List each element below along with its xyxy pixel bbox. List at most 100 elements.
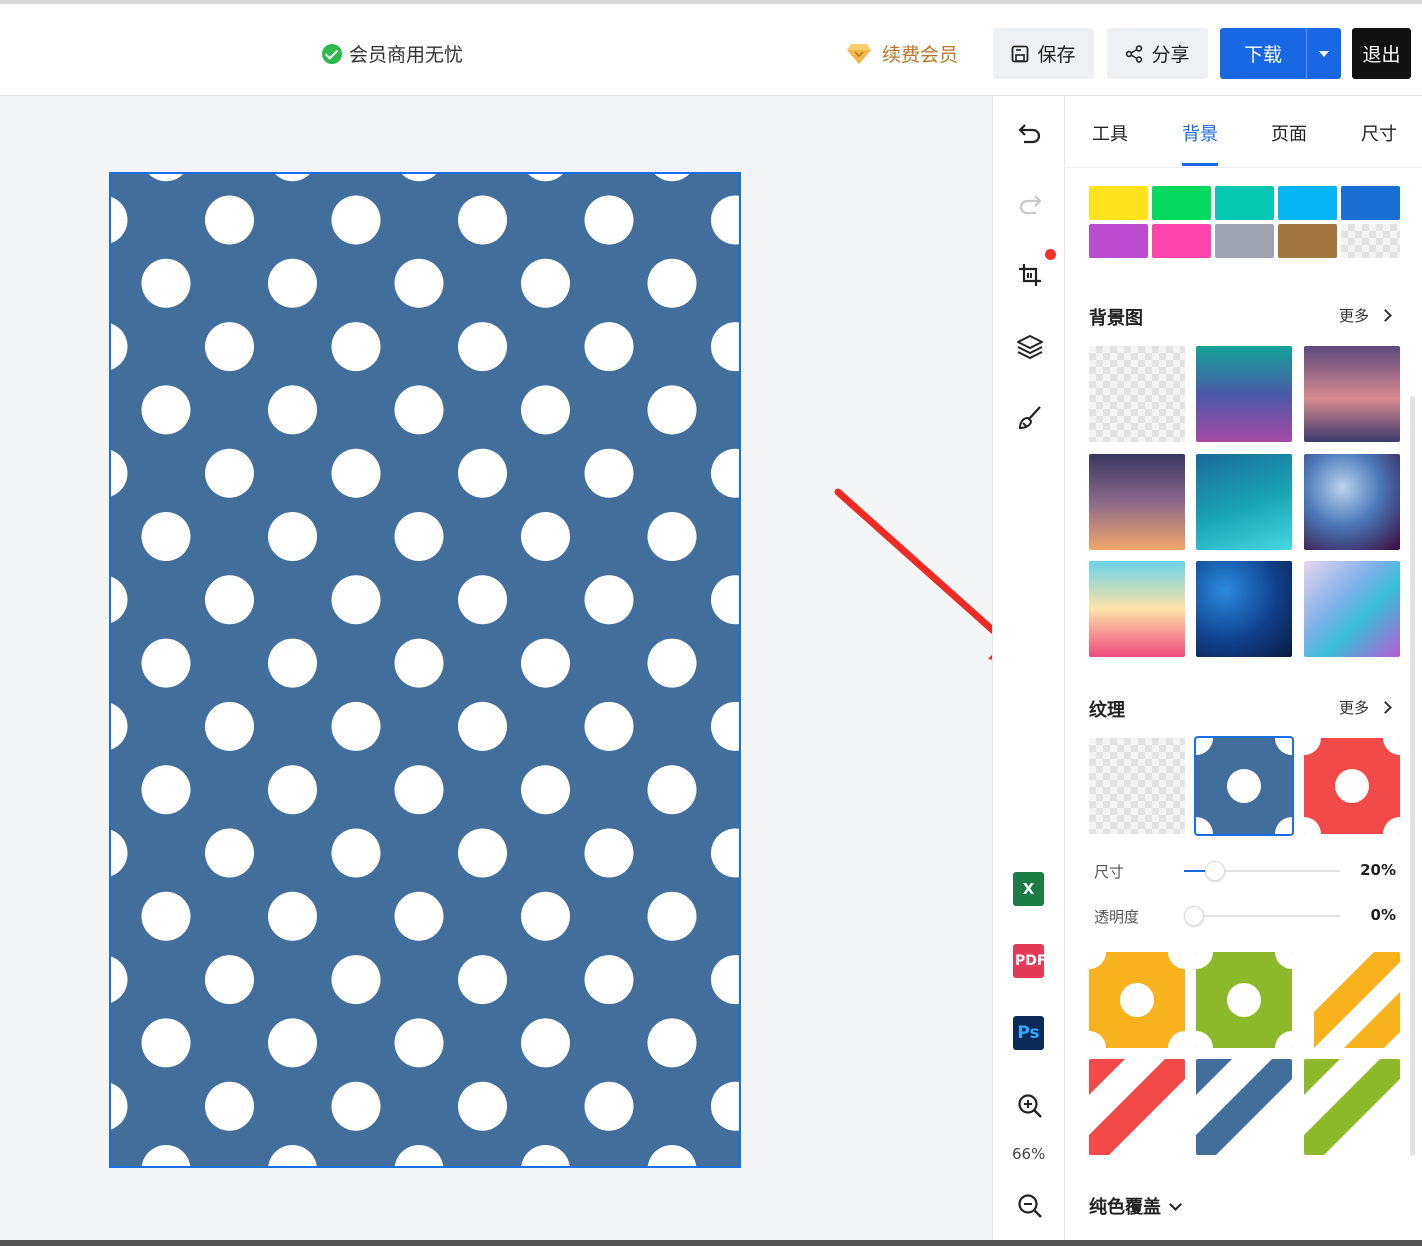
bg-image-thumb[interactable] [1304, 454, 1400, 550]
pattern-dot [268, 891, 317, 941]
pattern-dot [584, 1081, 634, 1131]
pattern-dot [584, 575, 634, 625]
pattern-dot [647, 765, 697, 815]
color-swatch[interactable] [1089, 224, 1148, 258]
color-swatch[interactable] [1152, 224, 1211, 258]
pattern-dot [521, 1018, 570, 1068]
texture-dots-green[interactable] [1196, 952, 1292, 1048]
zoom-level: 66% [1012, 1145, 1046, 1163]
pattern-dot [647, 638, 697, 688]
color-swatch[interactable] [1278, 186, 1337, 220]
color-swatch[interactable] [1152, 186, 1211, 220]
pattern-dot [205, 955, 254, 1005]
texture-none[interactable] [1089, 738, 1185, 834]
bg-image-thumb[interactable] [1089, 454, 1185, 550]
panel-scrollbar[interactable] [1410, 396, 1415, 1156]
active-tab-indicator [1182, 163, 1218, 166]
pattern-dot [141, 258, 191, 308]
color-swatch[interactable] [1089, 186, 1148, 220]
pattern-dot [521, 512, 570, 561]
texture-dots-blue[interactable] [1194, 736, 1294, 836]
pattern-dot [458, 195, 507, 245]
tab-tools[interactable]: 工具 [1092, 120, 1128, 146]
bg-image-more-link[interactable]: 更多 [1339, 305, 1392, 326]
pattern-dot [394, 385, 444, 435]
bg-image-thumb[interactable] [1196, 454, 1292, 550]
tab-page[interactable]: 页面 [1271, 120, 1307, 146]
color-swatch[interactable] [1341, 186, 1400, 220]
notification-dot [1045, 249, 1056, 260]
pattern-dot [394, 512, 444, 561]
pattern-dot [584, 955, 634, 1005]
undo-icon[interactable] [1015, 118, 1045, 148]
color-swatch[interactable] [1341, 224, 1400, 258]
canvas-page[interactable] [109, 172, 741, 1168]
texture-title: 纹理 [1089, 700, 1125, 721]
pattern-dot [205, 195, 254, 245]
pattern-dot [268, 1018, 317, 1068]
texture-dots-orange[interactable] [1089, 952, 1185, 1048]
texture-dots-red[interactable] [1304, 738, 1400, 834]
bg-image-thumb[interactable] [1196, 346, 1292, 442]
crop-icon[interactable] [1015, 260, 1045, 290]
export-excel-icon[interactable]: X [1013, 872, 1044, 906]
pattern-dot [394, 765, 444, 815]
bg-image-thumb[interactable] [1196, 561, 1292, 657]
pattern-dot [458, 575, 507, 625]
bg-image-thumb[interactable] [1304, 346, 1400, 442]
download-button[interactable]: 下载 [1220, 28, 1306, 79]
size-slider[interactable] [1184, 861, 1340, 881]
size-slider-handle[interactable] [1205, 861, 1226, 881]
bg-image-thumb[interactable] [1089, 561, 1185, 657]
exit-label: 退出 [1362, 44, 1401, 66]
layers-icon[interactable] [1015, 332, 1045, 362]
share-label: 分享 [1151, 44, 1190, 66]
panel-tabs: 工具 背景 页面 尺寸 [1065, 96, 1422, 168]
opacity-slider-handle[interactable] [1184, 906, 1204, 926]
bg-image-none[interactable] [1089, 346, 1185, 442]
zoom-out-icon[interactable] [1015, 1191, 1045, 1221]
polka-dot-pattern [111, 174, 739, 1166]
pattern-dot [331, 575, 381, 625]
texture-more-link[interactable]: 更多 [1339, 697, 1392, 718]
pattern-dot [584, 322, 634, 372]
diamond-icon [847, 43, 871, 64]
size-value: 20% [1360, 861, 1396, 879]
color-swatch[interactable] [1215, 186, 1274, 220]
zoom-in-icon[interactable] [1015, 1091, 1045, 1121]
pattern-dot [394, 891, 444, 941]
color-swatch[interactable] [1215, 224, 1274, 258]
tab-size[interactable]: 尺寸 [1361, 120, 1397, 146]
tab-background[interactable]: 背景 [1182, 120, 1218, 146]
texture-stripes-orange[interactable] [1304, 952, 1400, 1048]
pattern-dot [647, 385, 697, 435]
pattern-dot [584, 701, 634, 751]
color-swatch[interactable] [1278, 224, 1337, 258]
save-label: 保存 [1037, 44, 1076, 66]
pattern-dot [205, 1081, 254, 1131]
redo-icon[interactable] [1015, 189, 1045, 219]
save-button[interactable]: 保存 [993, 28, 1094, 79]
download-options-button[interactable] [1306, 28, 1341, 79]
texture-stripes-green[interactable] [1304, 1059, 1400, 1155]
share-button[interactable]: 分享 [1107, 28, 1208, 79]
texture-stripes-blue[interactable] [1196, 1059, 1292, 1155]
pattern-dot [394, 638, 444, 688]
solid-color-overlay-toggle[interactable]: 纯色覆盖 [1089, 1193, 1182, 1219]
pattern-dot [141, 512, 191, 561]
vip-status: 会员商用无忧 [322, 40, 463, 67]
bg-image-thumb[interactable] [1304, 561, 1400, 657]
pattern-dot [521, 385, 570, 435]
export-pdf-icon[interactable]: PDF [1013, 944, 1044, 978]
opacity-value: 0% [1370, 906, 1396, 924]
vertical-toolbar: X PDF Ps 66% [992, 96, 1065, 1246]
exit-button[interactable]: 退出 [1352, 28, 1411, 79]
texture-stripes-red[interactable] [1089, 1059, 1185, 1155]
pattern-dot [647, 891, 697, 941]
brush-icon[interactable] [1015, 403, 1045, 433]
renew-vip-link[interactable]: 续费会员 [846, 40, 958, 67]
background-panel: 工具 背景 页面 尺寸 背景图 更多 纹理 更多 尺寸 20% 透明度 0% 纯… [1065, 96, 1422, 1246]
opacity-slider[interactable] [1184, 906, 1340, 926]
export-ps-icon[interactable]: Ps [1013, 1016, 1044, 1050]
pattern-dot [331, 955, 381, 1005]
